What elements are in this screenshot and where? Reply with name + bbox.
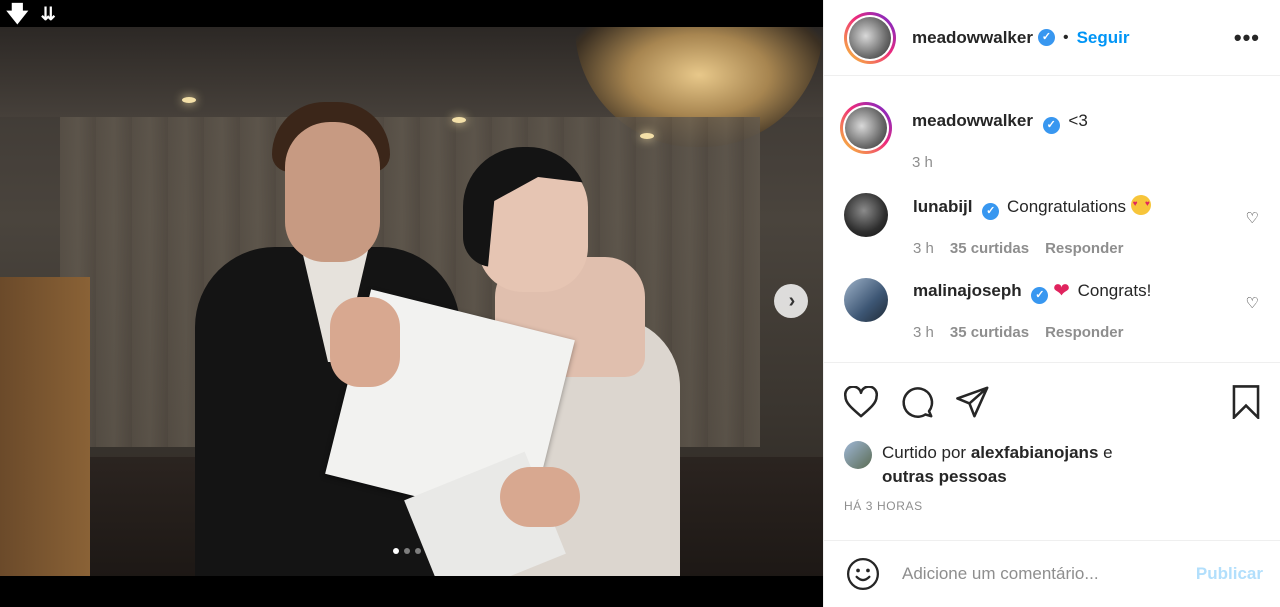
chevron-right-icon: › [788, 290, 796, 312]
photo-hand [500, 467, 580, 527]
post-actions: Curtido por alexfabianojans e outras pes… [824, 362, 1280, 513]
comment-text: Congrats! [1077, 281, 1152, 300]
post-photo[interactable] [0, 27, 823, 576]
ceiling-light [452, 117, 466, 123]
post-media: 🡇 ⇊ › [0, 0, 823, 607]
verified-badge-icon: ✓ [1037, 29, 1055, 46]
carousel-next-button[interactable]: › [774, 284, 808, 318]
liker-avatar[interactable] [844, 441, 872, 469]
comment-time[interactable]: 3 h [913, 324, 934, 341]
comment-text: Congratulations [1006, 197, 1127, 216]
publish-button[interactable]: Publicar [1196, 564, 1263, 584]
ceiling-light [182, 97, 196, 103]
comment-likes[interactable]: 35 curtidas [950, 240, 1029, 257]
verified-badge-icon: ✓ [1031, 287, 1049, 304]
comment-item: lunabijl ✓ Congratulations ♥ ♥ 3 h 35 cur… [844, 193, 1261, 257]
comment-likes[interactable]: 35 curtidas [950, 324, 1029, 341]
carousel-dot [393, 548, 399, 554]
avatar[interactable] [844, 193, 888, 237]
verified-badge-icon: ✓ [1042, 117, 1060, 134]
more-options-icon[interactable]: ••• [1234, 25, 1260, 51]
avatar[interactable] [840, 102, 892, 154]
comment-username[interactable]: lunabijl [913, 197, 973, 216]
follow-button[interactable]: Seguir [1077, 28, 1130, 48]
post-timestamp[interactable]: HÁ 3 HORAS [844, 499, 1261, 513]
photo-shelf [0, 277, 90, 576]
avatar[interactable] [844, 11, 896, 64]
comment-time[interactable]: 3 h [913, 240, 934, 257]
photo-face [285, 122, 380, 262]
share-icon[interactable] [956, 383, 996, 421]
comments-list[interactable]: meadowwalker ✓ <3 3 h lunabijl ✓ Congrat… [824, 77, 1280, 361]
likes-conj: e [1103, 443, 1113, 462]
likes-summary: Curtido por alexfabianojans e outras pes… [844, 441, 1261, 489]
comment-text: <3 [1068, 111, 1088, 130]
like-comment-icon[interactable]: ♡ [1246, 294, 1259, 312]
photo-hand [330, 297, 400, 387]
comment-composer: Publicar [824, 540, 1280, 607]
liker-username[interactable]: alexfabianojans [971, 443, 1099, 462]
bookmark-icon[interactable] [1221, 383, 1261, 421]
emoji-picker-icon[interactable] [846, 557, 880, 591]
comment-input[interactable] [902, 564, 1196, 584]
red-heart-icon: ❤ [1053, 280, 1070, 302]
ceiling-light [640, 133, 654, 139]
download-all-icon[interactable]: ⇊ [41, 2, 56, 26]
reply-button[interactable]: Responder [1045, 324, 1123, 341]
download-toolbar: 🡇 ⇊ [6, 2, 56, 26]
comment-icon[interactable] [900, 383, 940, 421]
like-icon[interactable] [844, 383, 884, 421]
separator: • [1062, 28, 1069, 46]
comment-time[interactable]: 3 h [912, 154, 933, 171]
verified-badge-icon: ✓ [982, 203, 1000, 220]
post-header: meadowwalker ✓ • Seguir ••• [824, 0, 1280, 76]
likes-others-link[interactable]: outras pessoas [882, 467, 1007, 486]
avatar[interactable] [844, 278, 888, 322]
carousel-dot [404, 548, 410, 554]
like-comment-icon[interactable]: ♡ [1246, 209, 1259, 227]
caption: meadowwalker ✓ <3 3 h [840, 102, 1261, 171]
comment-item: malinajoseph ✓ ❤ Congrats! 3 h 35 curtid… [844, 278, 1261, 341]
action-bar [844, 383, 1261, 421]
author-username[interactable]: meadowwalker [912, 28, 1033, 48]
carousel-indicator [393, 548, 421, 554]
reply-button[interactable]: Responder [1045, 240, 1123, 257]
download-icon[interactable]: 🡇 [6, 2, 29, 26]
post-sidebar: meadowwalker ✓ • Seguir ••• meadowwalker… [823, 0, 1280, 607]
likes-prefix: Curtido por [882, 443, 967, 462]
carousel-dot [415, 548, 421, 554]
comment-username[interactable]: meadowwalker [912, 111, 1033, 130]
smiling-face-with-hearts-icon: ♥ ♥ [1130, 195, 1151, 215]
comment-username[interactable]: malinajoseph [913, 281, 1022, 300]
